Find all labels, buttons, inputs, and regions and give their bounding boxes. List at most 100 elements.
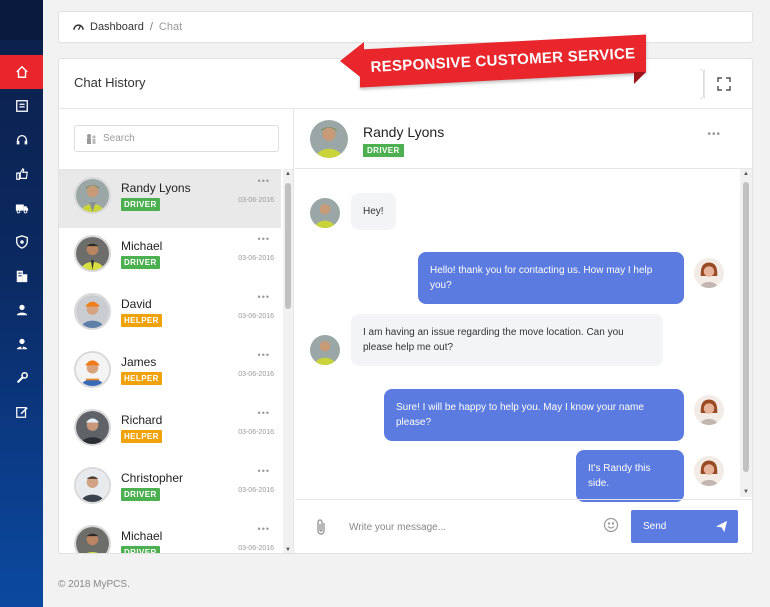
avatar: [74, 293, 111, 330]
fullscreen-button[interactable]: [704, 69, 742, 99]
document-icon: [15, 100, 28, 112]
shield-icon: [15, 235, 28, 249]
avatar: [74, 467, 111, 504]
conversation-column: Randy Lyons DRIVER ••• Hey! Hello! thank…: [295, 109, 752, 553]
promo-ribbon: RESPONSIVE CUSTOMER SERVICE: [340, 34, 652, 88]
send-button-label: Send: [643, 521, 667, 532]
sidebar-item-tools[interactable]: [0, 361, 43, 395]
sidebar-top: [0, 0, 43, 40]
role-badge: DRIVER: [121, 546, 160, 553]
role-badge: DRIVER: [363, 144, 404, 157]
contact-name: Richard: [121, 413, 163, 427]
headset-icon: [16, 134, 27, 145]
message-bubble-outgoing: Sure! I will be happy to help you. May I…: [384, 389, 684, 441]
sidebar-item-support[interactable]: [0, 123, 43, 157]
contact-list-scrollbar[interactable]: ▲ ▼: [283, 169, 293, 553]
truck-icon: [15, 204, 28, 214]
role-badge: HELPER: [121, 372, 162, 385]
contact-item[interactable]: Michael DRIVER ••• 03-06-2016: [59, 228, 281, 286]
message-thread: Hey! Hello! thank you for contacting us.…: [295, 169, 740, 502]
page-title: Chat History: [74, 75, 146, 90]
avatar: [74, 409, 111, 446]
sidebar: [0, 0, 43, 607]
expand-icon: [716, 77, 731, 91]
contact-name: Michael: [121, 239, 163, 253]
paperclip-icon[interactable]: [315, 518, 327, 536]
dashboard-icon: [73, 24, 84, 31]
contact-item[interactable]: Christopher DRIVER ••• 03-06-2016: [59, 460, 281, 518]
scroll-down-arrow[interactable]: ▼: [743, 489, 749, 495]
sidebar-item-security[interactable]: [0, 225, 43, 259]
chat-list-column: Search Randy Lyons DRIVER ••• 03-06-2016…: [59, 109, 294, 553]
users-icon: [87, 133, 96, 144]
sidebar-item-companies[interactable]: [0, 259, 43, 293]
sidebar-item-feedback[interactable]: [0, 157, 43, 191]
role-badge: DRIVER: [121, 256, 160, 269]
conversation-contact-name: Randy Lyons: [363, 124, 445, 140]
search-input[interactable]: Search: [74, 125, 279, 152]
avatar: [74, 235, 111, 272]
message-bubble-outgoing: Hello! thank you for contacting us. How …: [418, 252, 684, 304]
breadcrumb-dashboard-link[interactable]: Dashboard: [90, 21, 144, 33]
avatar: [694, 395, 724, 425]
contact-list: Randy Lyons DRIVER ••• 03-06-2016 Michae…: [59, 169, 281, 553]
paper-plane-icon: [715, 520, 728, 533]
more-options-icon[interactable]: •••: [258, 466, 270, 476]
scroll-down-arrow[interactable]: ▼: [285, 547, 291, 553]
more-options-icon[interactable]: •••: [707, 129, 721, 140]
contact-date: 03-06-2016: [238, 313, 274, 320]
contact-date: 03-06-2016: [238, 255, 274, 262]
avatar: [74, 177, 111, 214]
sidebar-item-home[interactable]: [0, 55, 43, 89]
more-options-icon[interactable]: •••: [258, 176, 270, 186]
contact-item[interactable]: Randy Lyons DRIVER ••• 03-06-2016: [59, 170, 281, 228]
avatar: [74, 351, 111, 388]
chat-panel: Chat History Search Randy Lyons DRIVER •…: [58, 58, 753, 554]
role-badge: DRIVER: [121, 488, 160, 501]
building-icon: [16, 270, 27, 283]
thumbs-up-icon: [15, 167, 28, 180]
more-options-icon[interactable]: •••: [258, 350, 270, 360]
message-input[interactable]: Write your message...: [349, 522, 446, 533]
sidebar-item-users[interactable]: [0, 293, 43, 327]
more-options-icon[interactable]: •••: [258, 524, 270, 534]
contact-item[interactable]: Richard HELPER ••• 03-06-2016: [59, 402, 281, 460]
contact-item[interactable]: Michael DRIVER ••• 03-06-2016: [59, 518, 281, 553]
conversation-header: Randy Lyons DRIVER •••: [295, 109, 752, 169]
scrollbar-thumb[interactable]: [285, 183, 291, 309]
avatar: [74, 525, 111, 553]
avatar: [310, 335, 340, 365]
avatar: [310, 120, 348, 158]
contact-item[interactable]: David HELPER ••• 03-06-2016: [59, 286, 281, 344]
contact-name: Christopher: [121, 471, 184, 485]
message-thread-scrollbar[interactable]: ▲ ▼: [740, 169, 752, 497]
contact-item[interactable]: James HELPER ••• 03-06-2016: [59, 344, 281, 402]
scroll-up-arrow[interactable]: ▲: [743, 171, 749, 177]
footer-copyright: © 2018 MyPCS.: [58, 579, 130, 590]
message-bubble-incoming: Hey!: [351, 193, 396, 230]
ribbon-fold: [634, 72, 646, 84]
sidebar-item-staff[interactable]: [0, 327, 43, 361]
more-options-icon[interactable]: •••: [258, 408, 270, 418]
contact-name: David: [121, 297, 152, 311]
more-options-icon[interactable]: •••: [258, 234, 270, 244]
role-badge: HELPER: [121, 314, 162, 327]
sidebar-item-documents[interactable]: [0, 89, 43, 123]
breadcrumb-separator: /: [149, 21, 153, 33]
contact-name: James: [121, 355, 157, 369]
emoji-icon[interactable]: [603, 517, 619, 533]
contact-date: 03-06-2016: [238, 487, 274, 494]
wrench-icon: [16, 371, 28, 384]
scrollbar-thumb[interactable]: [743, 182, 749, 472]
contact-name: Michael: [121, 529, 163, 543]
avatar: [694, 258, 724, 288]
user-tie-icon: [16, 338, 27, 350]
sidebar-item-edit[interactable]: [0, 395, 43, 429]
sidebar-item-moves[interactable]: [0, 191, 43, 225]
message-bubble-incoming: I am having an issue regarding the move …: [351, 314, 663, 366]
more-options-icon[interactable]: •••: [258, 292, 270, 302]
contact-date: 03-06-2016: [238, 429, 274, 436]
scroll-up-arrow[interactable]: ▲: [285, 171, 291, 177]
send-button[interactable]: Send: [631, 510, 738, 543]
contact-name: Randy Lyons: [121, 181, 191, 195]
